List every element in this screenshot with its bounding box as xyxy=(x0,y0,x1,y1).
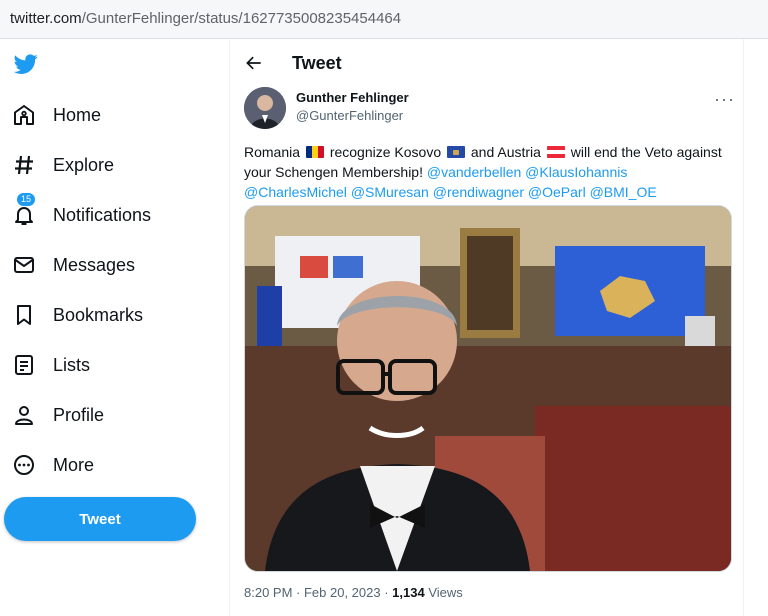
sidebar-item-profile[interactable]: Profile xyxy=(8,395,208,435)
sidebar-item-label: Messages xyxy=(53,255,136,275)
sidebar: Home Explore 15 Notifications Messages B… xyxy=(0,39,228,616)
sidebar-item-notifications[interactable]: 15 Notifications xyxy=(8,192,208,235)
url-path: /GunterFehlinger/status/1627735008235454… xyxy=(81,10,402,27)
sidebar-item-messages[interactable]: Messages xyxy=(8,245,208,285)
sidebar-item-more[interactable]: More xyxy=(8,445,208,485)
author-handle[interactable]: @GunterFehlinger xyxy=(296,108,403,123)
browser-address-bar[interactable]: twitter.com/GunterFehlinger/status/16277… xyxy=(0,0,768,39)
bookmark-icon xyxy=(17,305,31,325)
mention-link[interactable]: @BMI_OE xyxy=(590,184,657,200)
kosovo-flag-icon xyxy=(447,146,465,158)
person-icon xyxy=(15,406,33,425)
avatar[interactable] xyxy=(244,87,286,129)
sidebar-item-label: Profile xyxy=(53,405,105,425)
more-circle-icon xyxy=(14,455,34,475)
back-arrow-icon[interactable] xyxy=(244,53,264,73)
page-scrollbar[interactable] xyxy=(752,39,768,616)
sidebar-item-label: Notifications xyxy=(53,205,152,225)
more-options-icon[interactable]: ··· xyxy=(714,89,735,110)
tweet-meta: 8:20 PM · Feb 20, 2023 · 1,134 Views xyxy=(244,585,463,600)
tweet-detail-panel: Tweet Gunther Fehlinger @GunterFehlinger… xyxy=(229,39,744,616)
envelope-icon xyxy=(14,257,34,273)
author-name[interactable]: Gunther Fehlinger xyxy=(296,90,409,105)
home-icon xyxy=(14,105,34,125)
views-label: Views xyxy=(428,585,463,600)
tweet-timestamp[interactable]: 8:20 PM · Feb 20, 2023 · xyxy=(244,585,389,600)
sidebar-item-bookmarks[interactable]: Bookmarks xyxy=(8,295,208,335)
mention-link[interactable]: @vanderbellen xyxy=(427,164,521,180)
tweet-text-part: Romania xyxy=(244,144,301,160)
mention-link[interactable]: @rendiwagner xyxy=(433,184,524,200)
sidebar-item-label: Bookmarks xyxy=(53,305,144,325)
tweet-photo[interactable] xyxy=(244,205,732,572)
austria-flag-icon xyxy=(546,146,565,158)
url-host: twitter.com xyxy=(10,10,82,27)
url-text[interactable]: twitter.com/GunterFehlinger/status/16277… xyxy=(10,10,401,27)
compose-tweet-button[interactable]: Tweet xyxy=(4,497,196,541)
mention-link[interactable]: @SMuresan xyxy=(351,184,429,200)
mention-link[interactable]: @OeParl xyxy=(528,184,586,200)
sidebar-item-home[interactable]: Home xyxy=(8,95,208,135)
hashtag-icon xyxy=(15,155,33,175)
mention-link[interactable]: @KlausIohannis xyxy=(525,164,627,180)
page-title: Tweet xyxy=(292,53,342,73)
sidebar-item-label: Lists xyxy=(53,355,91,375)
sidebar-item-explore[interactable]: Explore xyxy=(8,145,208,185)
tweet-text-part: recognize Kosovo xyxy=(329,144,442,160)
tweet-text-part: and Austria xyxy=(470,144,541,160)
sidebar-item-label: More xyxy=(53,455,95,475)
mention-link[interactable]: @CharlesMichel xyxy=(244,184,347,200)
sidebar-item-label: Explore xyxy=(53,155,115,175)
tweet-text: Romania recognize Kosovo and Austria wil… xyxy=(244,142,734,202)
notification-count-badge: 15 xyxy=(16,192,37,207)
twitter-logo-icon[interactable] xyxy=(12,52,40,76)
selfie-image xyxy=(245,206,731,571)
sidebar-item-label: Home xyxy=(53,105,102,125)
list-icon xyxy=(15,355,33,375)
sidebar-item-lists[interactable]: Lists xyxy=(8,345,208,385)
romania-flag-icon xyxy=(305,146,324,158)
views-count: 1,134 xyxy=(392,585,425,600)
